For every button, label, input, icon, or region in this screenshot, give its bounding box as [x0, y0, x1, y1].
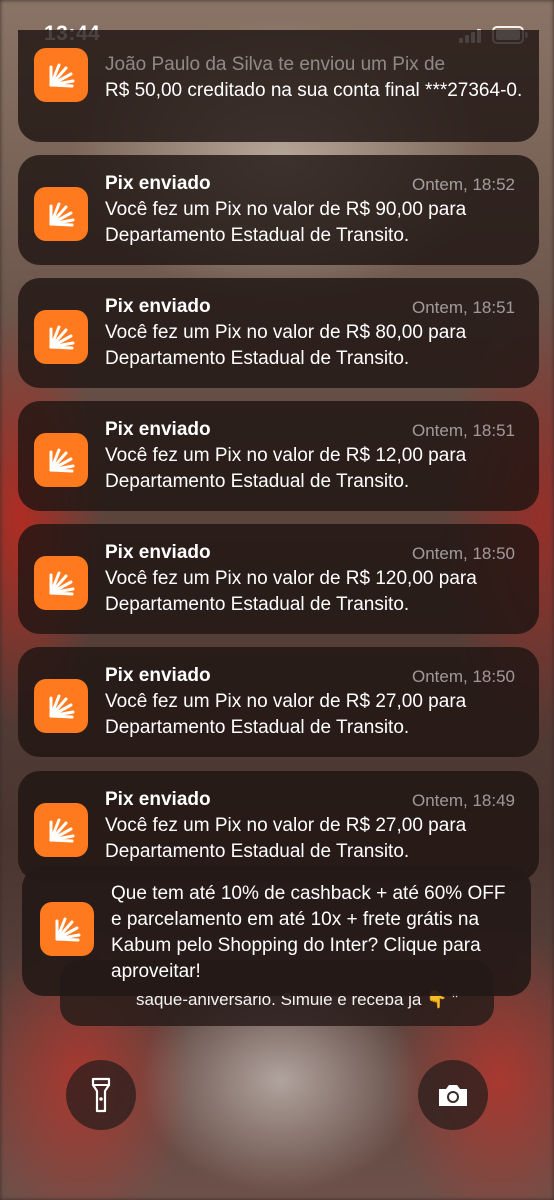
notification-body: Você fez um Pix no valor de R$ 80,00 par…	[105, 322, 467, 369]
notification-body: Que tem até 10% de cashback + até 60% OF…	[111, 883, 506, 982]
notification-time: Ontem, 18:50	[411, 667, 515, 686]
flashlight-icon	[91, 1077, 111, 1113]
camera-button[interactable]	[418, 1060, 488, 1130]
inter-app-icon	[40, 902, 94, 956]
notification-body: R$ 50,00 creditado na sua conta final **…	[105, 80, 523, 101]
notification-body: Você fez um Pix no valor de R$ 12,00 par…	[105, 445, 467, 492]
inter-app-icon	[34, 187, 88, 241]
flashlight-button[interactable]	[66, 1060, 136, 1130]
notification-pix-enviado[interactable]: Pix enviado Ontem, 18:51 Você fez um Pix…	[18, 278, 539, 388]
notification-time: Ontem, 18:50	[411, 544, 515, 563]
inter-app-icon	[34, 433, 88, 487]
notification-body: Você fez um Pix no valor de R$ 27,00 par…	[105, 815, 467, 862]
inter-app-icon	[34, 556, 88, 610]
notification-pix-enviado[interactable]: Pix enviado Ontem, 18:50 Você fez um Pix…	[18, 647, 539, 757]
notification-pix-enviado[interactable]: Pix enviado Ontem, 18:49 Você fez um Pix…	[18, 771, 539, 881]
notification-title: Pix enviado	[105, 542, 211, 563]
notification-pix-enviado[interactable]: Pix enviado Ontem, 18:50 Você fez um Pix…	[18, 524, 539, 634]
notification-body: Você fez um Pix no valor de R$ 90,00 par…	[105, 199, 467, 246]
notification-title: Pix enviado	[105, 296, 211, 317]
inter-app-icon	[34, 48, 88, 102]
notification-pix-enviado[interactable]: Pix enviado Ontem, 18:52 Você fez um Pix…	[18, 155, 539, 265]
notification-promo[interactable]: Que tem até 10% de cashback + até 60% OF…	[22, 866, 531, 996]
notification-title: Pix enviado	[105, 665, 211, 686]
notification-body: Você fez um Pix no valor de R$ 27,00 par…	[105, 691, 467, 738]
notification-title: Pix enviado	[105, 789, 211, 810]
notification-body: Você fez um Pix no valor de R$ 120,00 pa…	[105, 568, 477, 615]
notification-title: Pix enviado	[105, 419, 211, 440]
notification-pix-recebido[interactable]: João Paulo da Silva te enviou um Pix de …	[18, 30, 539, 142]
notification-body-partial: João Paulo da Silva te enviou um Pix de	[105, 54, 446, 75]
camera-icon	[439, 1085, 467, 1106]
inter-app-icon	[34, 679, 88, 733]
inter-app-icon	[34, 803, 88, 857]
notification-time: Ontem, 18:52	[411, 175, 515, 194]
notification-pix-enviado[interactable]: Pix enviado Ontem, 18:51 Você fez um Pix…	[18, 401, 539, 511]
notification-title: Pix enviado	[105, 173, 211, 194]
notification-time: Ontem, 18:49	[411, 791, 515, 810]
notification-time: Ontem, 18:51	[411, 421, 515, 440]
inter-app-icon	[34, 310, 88, 364]
notification-time: Ontem, 18:51	[411, 298, 515, 317]
